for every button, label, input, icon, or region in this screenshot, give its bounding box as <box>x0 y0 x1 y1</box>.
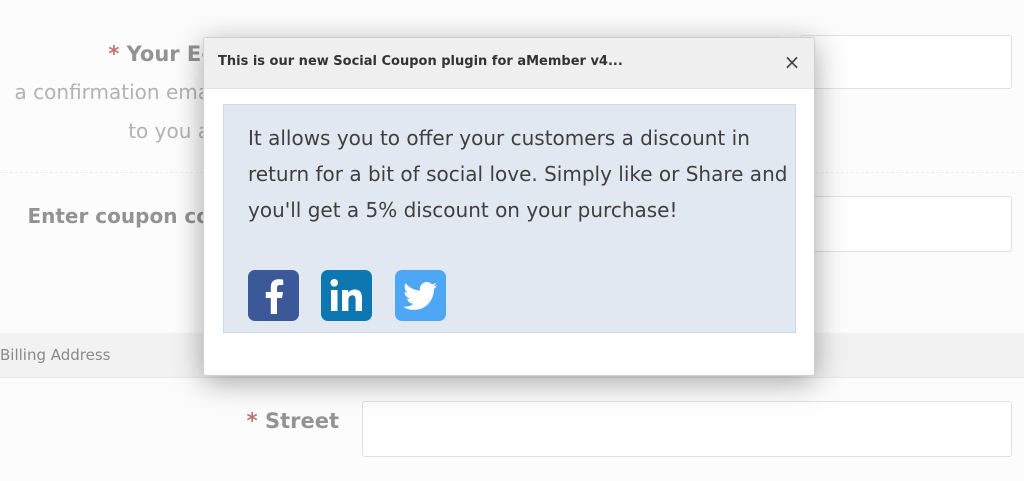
social-coupon-modal: This is our new Social Coupon plugin for… <box>203 37 815 376</box>
offer-message: It allows you to offer your customers a … <box>248 126 788 222</box>
linkedin-share-button[interactable] <box>321 270 372 321</box>
facebook-icon <box>265 279 284 314</box>
twitter-icon <box>403 282 437 310</box>
modal-header: This is our new Social Coupon plugin for… <box>204 38 814 89</box>
close-icon[interactable]: × <box>782 50 802 74</box>
signup-page: * Your E- a confirmation ema to you a En… <box>0 0 1024 481</box>
modal-title: This is our new Social Coupon plugin for… <box>218 54 623 69</box>
linkedin-icon <box>330 279 362 311</box>
coupon-offer-box: It allows you to offer your customers a … <box>223 104 796 333</box>
facebook-share-button[interactable] <box>248 270 299 321</box>
twitter-share-button[interactable] <box>395 270 446 321</box>
